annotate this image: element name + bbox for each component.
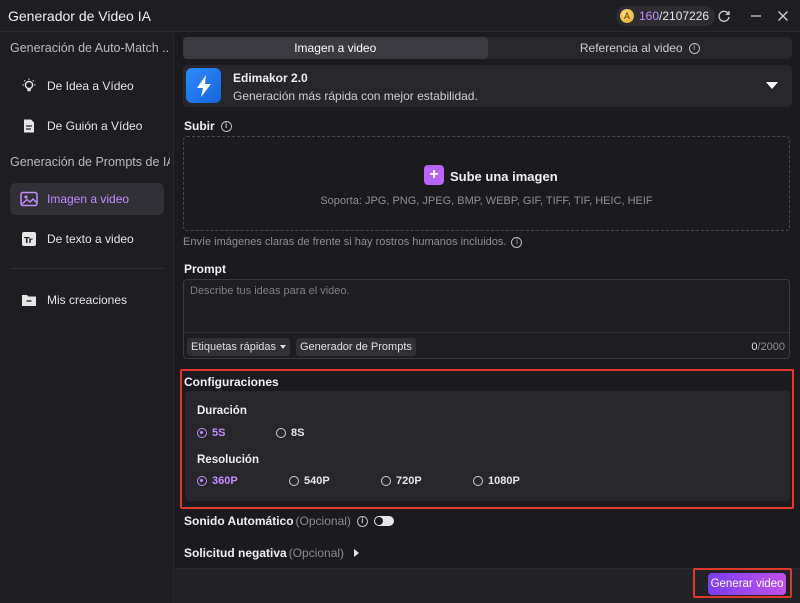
radio-icon <box>381 476 391 486</box>
tab-image-to-video[interactable]: Imagen a video <box>183 37 488 59</box>
tab-label: Imagen a video <box>294 41 377 55</box>
credits-total: /2107226 <box>659 9 710 23</box>
resolution-option-360p[interactable]: 360P <box>197 475 238 487</box>
sidebar-divider <box>10 268 164 269</box>
folder-icon <box>20 291 38 309</box>
resolution-label: Resolución <box>197 454 259 466</box>
minimize-icon[interactable] <box>746 6 766 26</box>
plus-icon: + <box>424 165 444 185</box>
upload-section-label: Subir i <box>184 119 232 133</box>
model-selector[interactable]: Edimakor 2.0 Generación más rápida con m… <box>183 65 792 107</box>
prompt-divider <box>184 332 789 333</box>
duration-option-8s[interactable]: 8S <box>276 427 304 439</box>
auto-sound-optional: (Opcional) <box>295 514 351 528</box>
info-icon[interactable]: i <box>356 515 368 527</box>
sidebar-item-script-to-video[interactable]: De Guión a Vídeo <box>10 110 164 142</box>
title-bar: Generador de Video IA A 160/2107226 <box>0 0 800 32</box>
radio-icon <box>197 428 207 438</box>
sidebar-item-label: Mis creaciones <box>47 293 128 307</box>
model-name: Edimakor 2.0 <box>233 71 308 85</box>
sidebar-item-idea-to-video[interactable]: De Idea a Vídeo <box>10 70 164 102</box>
radio-label: 540P <box>304 475 330 487</box>
upload-label: Subir <box>184 119 215 133</box>
coin-icon: A <box>620 9 634 23</box>
sidebar-item-label: De texto a video <box>47 232 134 246</box>
upload-hint: Envíe imágenes claras de frente si hay r… <box>183 236 523 248</box>
config-panel: Duración 5S 8S Resolución 360P 540P 720P… <box>185 391 790 501</box>
upload-title: Sube una imagen <box>450 169 558 184</box>
char-max: /2000 <box>757 341 785 353</box>
resolution-option-1080p[interactable]: 1080P <box>473 475 520 487</box>
radio-icon <box>197 476 207 486</box>
info-icon[interactable]: i <box>220 120 232 132</box>
radio-label: 1080P <box>488 475 520 487</box>
image-icon <box>20 190 38 208</box>
sidebar-section-auto-match: Generación de Auto-Match ... <box>10 41 170 55</box>
upload-hint-text: Envíe imágenes claras de frente si hay r… <box>183 236 507 248</box>
upload-formats: Soporta: JPG, PNG, JPEG, BMP, WEBP, GIF,… <box>320 195 653 207</box>
model-description: Generación más rápida con mejor estabili… <box>233 89 478 103</box>
prompt-generator-button[interactable]: Generador de Prompts <box>296 338 416 356</box>
radio-label: 360P <box>212 475 238 487</box>
resolution-option-540p[interactable]: 540P <box>289 475 330 487</box>
duration-label: Duración <box>197 405 247 417</box>
prompt-label: Prompt <box>184 262 226 276</box>
tab-video-reference[interactable]: Referencia al video i <box>488 37 793 59</box>
sidebar-item-text-to-video[interactable]: Tr De texto a video <box>10 223 164 255</box>
negative-optional: (Opcional) <box>288 546 345 560</box>
generate-video-button[interactable]: Generar video <box>708 573 786 595</box>
negative-prompt-row[interactable]: Solicitud negativa (Opcional) <box>184 546 360 560</box>
svg-text:Tr: Tr <box>24 236 33 245</box>
radio-icon <box>276 428 286 438</box>
credits-used: 160 <box>639 9 660 23</box>
radio-icon <box>473 476 483 486</box>
radio-label: 720P <box>396 475 422 487</box>
resolution-option-720p[interactable]: 720P <box>381 475 422 487</box>
lightning-logo-icon <box>186 68 221 103</box>
chevron-down-icon <box>280 345 286 349</box>
auto-sound-row: Sonido Automático (Opcional) i <box>184 514 394 528</box>
config-title: Configuraciones <box>184 375 279 389</box>
info-icon[interactable]: i <box>688 42 700 54</box>
sidebar-item-label: De Idea a Vídeo <box>47 79 134 93</box>
prompt-box[interactable]: Describe tus ideas para el video. Etique… <box>183 279 790 359</box>
upload-dropzone[interactable]: + Sube una imagen Soporta: JPG, PNG, JPE… <box>183 136 790 231</box>
quick-tags-dropdown[interactable]: Etiquetas rápidas <box>187 338 290 356</box>
close-icon[interactable] <box>773 6 793 26</box>
chevron-right-icon <box>354 549 360 557</box>
auto-sound-toggle[interactable] <box>373 516 394 526</box>
main-panel: Imagen a video Referencia al video i Edi… <box>175 33 800 603</box>
sidebar-item-my-creations[interactable]: Mis creaciones <box>10 284 164 316</box>
credits-badge[interactable]: A 160/2107226 <box>616 6 716 26</box>
quick-tags-label: Etiquetas rápidas <box>191 341 276 353</box>
chevron-down-icon[interactable] <box>766 82 778 89</box>
char-counter: 0/2000 <box>751 341 785 353</box>
sidebar-section-prompts: Generación de Prompts de IA <box>10 155 170 169</box>
mode-tabs: Imagen a video Referencia al video i <box>183 37 792 59</box>
radio-label: 8S <box>291 427 305 439</box>
sidebar-item-image-to-video[interactable]: Imagen a video <box>10 183 164 215</box>
auto-sound-label: Sonido Automático <box>184 514 294 528</box>
prompt-textarea-placeholder[interactable]: Describe tus ideas para el video. <box>190 285 350 297</box>
prompt-generator-label: Generador de Prompts <box>300 341 412 353</box>
lightbulb-icon <box>20 77 38 95</box>
radio-label: 5S <box>212 427 226 439</box>
negative-label: Solicitud negativa <box>184 546 287 560</box>
sidebar-item-label: Imagen a video <box>47 192 130 206</box>
sidebar-item-label: De Guión a Vídeo <box>47 119 143 133</box>
sidebar: Generación de Auto-Match ... De Idea a V… <box>0 33 174 603</box>
script-icon <box>20 117 38 135</box>
text-icon: Tr <box>20 230 38 248</box>
duration-option-5s[interactable]: 5S <box>197 427 225 439</box>
refresh-icon[interactable] <box>714 6 734 26</box>
window-title: Generador de Video IA <box>8 8 151 24</box>
info-icon[interactable]: i <box>511 236 523 248</box>
radio-icon <box>289 476 299 486</box>
tab-label: Referencia al video <box>579 41 683 55</box>
